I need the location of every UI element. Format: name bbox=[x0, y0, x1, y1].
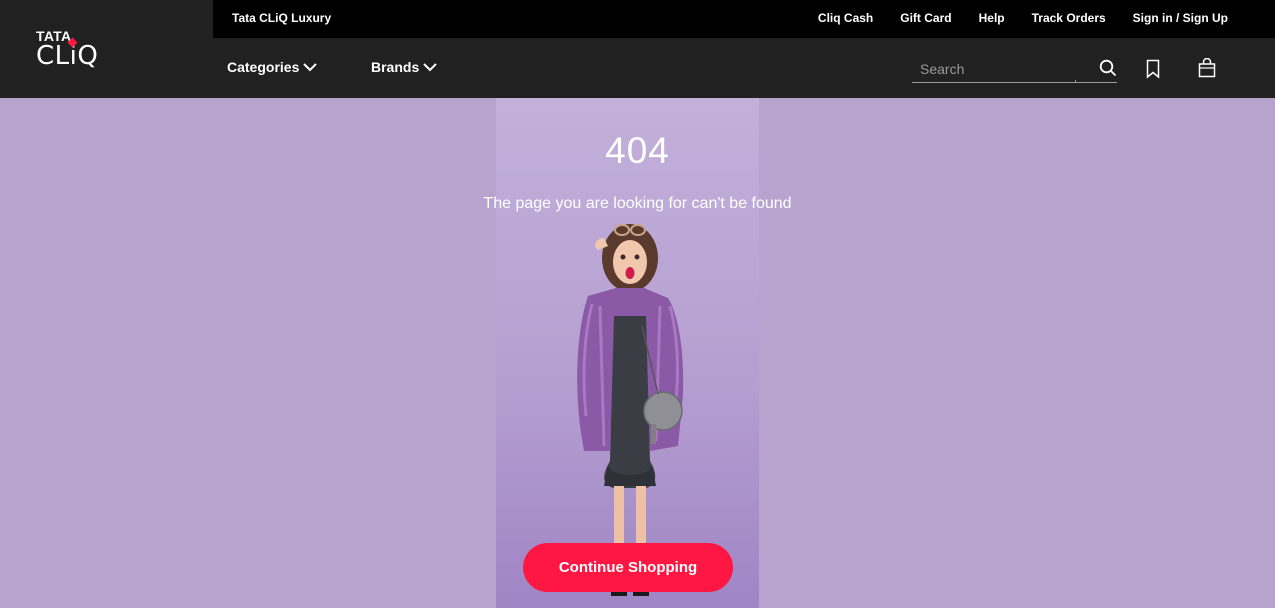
brands-label: Brands bbox=[371, 59, 420, 75]
continue-shopping-button[interactable]: Continue Shopping bbox=[523, 543, 733, 592]
categories-menu[interactable]: Categories bbox=[227, 59, 318, 75]
site-header: TATA CLiQ Tata CLiQ Luxury Cliq Cash Gif… bbox=[0, 0, 1275, 98]
categories-label: Categories bbox=[227, 59, 300, 75]
search-divider bbox=[1075, 80, 1076, 83]
top-links: Cliq Cash Gift Card Help Track Orders Si… bbox=[818, 11, 1228, 25]
chevron-down-icon bbox=[423, 63, 437, 72]
bookmark-icon[interactable] bbox=[1145, 59, 1161, 79]
main-nav: Categories Brands bbox=[213, 38, 1275, 98]
hero-image bbox=[496, 98, 759, 608]
chevron-down-icon bbox=[303, 63, 318, 72]
gift-card-link[interactable]: Gift Card bbox=[900, 11, 951, 25]
luxury-link[interactable]: Tata CLiQ Luxury bbox=[232, 11, 331, 25]
bag-icon[interactable] bbox=[1198, 58, 1216, 78]
logo-cliq-word: CLiQ bbox=[36, 41, 99, 71]
search-bar bbox=[912, 58, 1117, 83]
brands-menu[interactable]: Brands bbox=[371, 59, 437, 75]
sign-in-link[interactable]: Sign in / Sign Up bbox=[1133, 11, 1228, 25]
logo[interactable]: TATA CLiQ bbox=[0, 0, 213, 98]
search-icon[interactable] bbox=[1099, 59, 1117, 77]
help-link[interactable]: Help bbox=[979, 11, 1005, 25]
error-message: The page you are looking for can't be fo… bbox=[483, 195, 792, 212]
logo-cliq-text: CLiQ bbox=[36, 37, 213, 71]
search-input[interactable] bbox=[912, 58, 1082, 80]
top-bar: Tata CLiQ Luxury Cliq Cash Gift Card Hel… bbox=[213, 0, 1275, 38]
cliq-cash-link[interactable]: Cliq Cash bbox=[818, 11, 873, 25]
error-code: 404 bbox=[605, 130, 670, 171]
track-orders-link[interactable]: Track Orders bbox=[1032, 11, 1106, 25]
